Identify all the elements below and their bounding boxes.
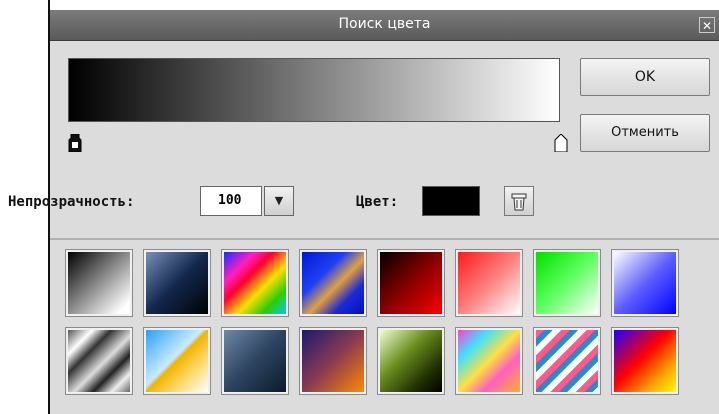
preset-navy-black[interactable] (143, 249, 211, 317)
chevron-down-icon[interactable]: ▼ (264, 186, 294, 216)
color-picker-dialog: Поиск цвета ✕ OK Отменить Непрозрачность… (8, 10, 719, 414)
gradient-stop-white-icon[interactable] (554, 134, 568, 152)
separator (50, 238, 719, 240)
preset-blue-white[interactable] (611, 249, 679, 317)
gradient-preview[interactable] (68, 58, 560, 122)
preset-olive-green[interactable] (377, 327, 445, 395)
preset-candy-stripes[interactable] (533, 327, 601, 395)
preset-pastel-rainbow[interactable] (455, 327, 523, 395)
preset-rainbow[interactable] (221, 249, 289, 317)
color-swatch[interactable] (422, 186, 480, 216)
title-bar[interactable]: Поиск цвета ✕ (50, 10, 719, 41)
preset-blue-gold[interactable] (299, 249, 367, 317)
preset-red-white[interactable] (455, 249, 523, 317)
preset-green-white[interactable] (533, 249, 601, 317)
close-icon[interactable]: ✕ (699, 17, 715, 33)
color-label: Цвет: (356, 194, 399, 210)
preset-purple-orange[interactable] (299, 327, 367, 395)
preset-black-white[interactable] (65, 249, 133, 317)
preset-silver-stripes[interactable] (65, 327, 133, 395)
preset-sky-gold[interactable] (143, 327, 211, 395)
gradient-stop-black-icon[interactable] (68, 134, 82, 152)
delete-stop-button[interactable] (504, 186, 534, 216)
trash-icon (511, 193, 527, 211)
cancel-button[interactable]: Отменить (580, 114, 710, 152)
preset-red-black[interactable] (377, 249, 445, 317)
ok-button[interactable]: OK (580, 58, 710, 96)
preset-blue-red-yellow[interactable] (611, 327, 679, 395)
opacity-label: Непрозрачность: (8, 194, 135, 210)
dialog-title: Поиск цвета (338, 16, 431, 32)
opacity-input[interactable]: 100 (200, 186, 262, 216)
preset-steel-blue[interactable] (221, 327, 289, 395)
